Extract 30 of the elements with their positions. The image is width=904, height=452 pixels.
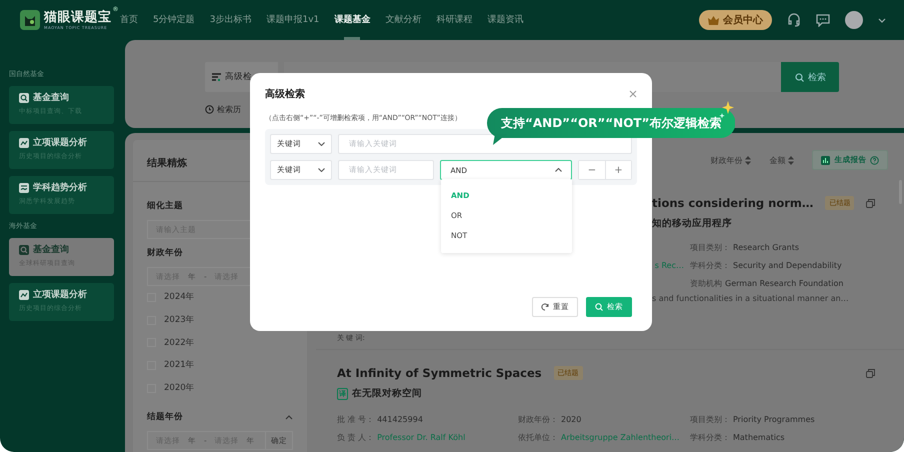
field-label: 项目类别：: [690, 414, 730, 424]
sidebar-item-title: 立项课题分析: [33, 288, 87, 301]
field-label: 批 准 号：: [337, 414, 374, 424]
field-label: 学科分类：: [690, 260, 730, 270]
filter-label: 细化主题: [147, 200, 184, 212]
year-option: 2021年: [164, 359, 195, 372]
field-label: 依托单位：: [518, 432, 558, 442]
translated-title: 在无限对称空间: [352, 387, 422, 400]
year-option: 2022年: [164, 336, 195, 349]
field-value: 441425994: [377, 414, 423, 424]
sidebar-item-title: 基金查询: [33, 91, 69, 104]
field-label: 项目类别：: [690, 242, 730, 252]
filter-label: 财政年份: [147, 247, 184, 259]
abstract-text: s and functionalities in a situational manner an…: [651, 294, 850, 303]
sidebar-item-title: 学科趋势分析: [33, 181, 87, 194]
sidebar-item-title: 基金查询: [33, 243, 69, 256]
field-label: 学科分类：: [690, 432, 730, 442]
field-value: 2020: [561, 414, 582, 424]
year-option: 2020年: [164, 382, 195, 394]
translated-title: 知的移动应用程序: [652, 217, 732, 230]
field-label: 负 责 人：: [337, 432, 374, 442]
tooltip: 支持“AND”“OR”“NOT”布尔逻辑检索: [487, 108, 736, 145]
field-label: 资助机构: [690, 278, 722, 288]
sidebar-item-title: 立项课题分析: [33, 136, 87, 149]
year-option: 2024年: [164, 291, 195, 304]
filter-label: 结题年份: [147, 411, 183, 424]
field-value: Mathematics: [733, 432, 785, 442]
year-option: 2023年: [164, 314, 195, 326]
logo-name: 猫眼课题宝: [44, 10, 112, 24]
field-label: 财政年份：: [518, 414, 558, 424]
